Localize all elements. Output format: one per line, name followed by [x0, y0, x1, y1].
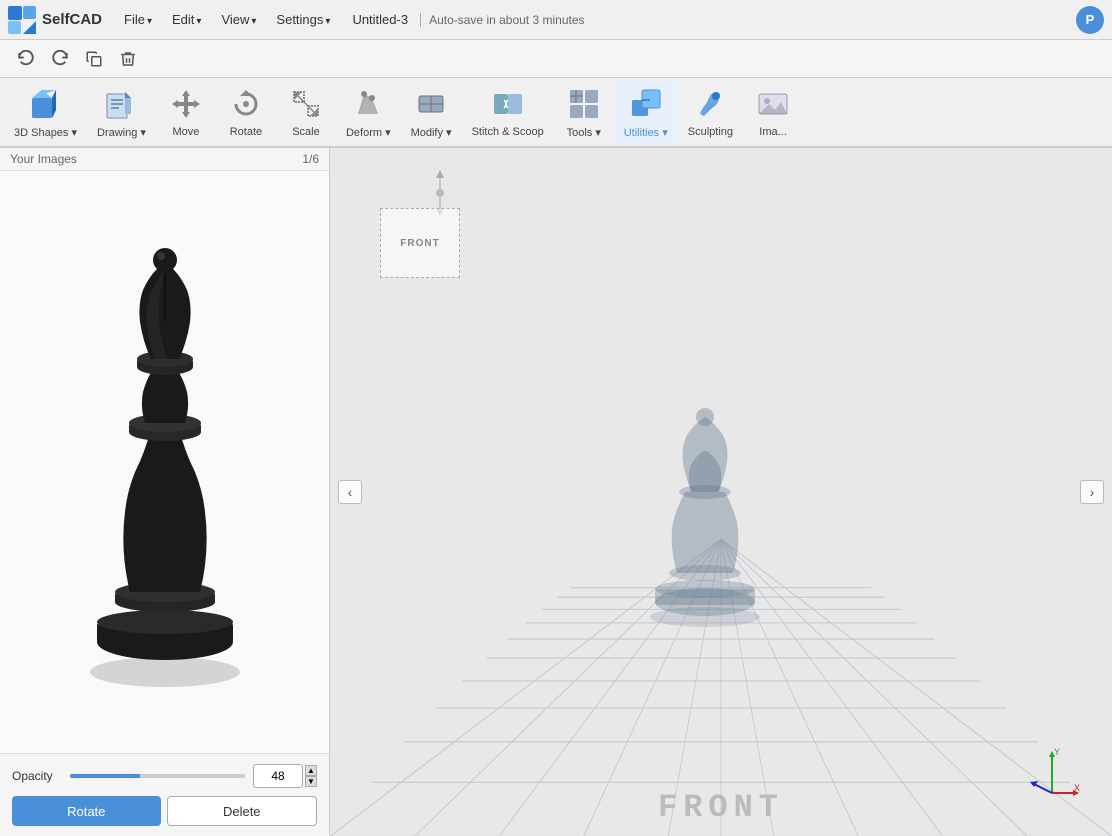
tool-deform[interactable]: Deform ▾ [336, 78, 401, 146]
tool-utilities-label: Utilities ▾ [624, 126, 668, 139]
tool-3dshapes-label: 3D Shapes ▾ [14, 126, 77, 139]
menu-file[interactable]: File [116, 8, 160, 31]
tool-scale[interactable]: Scale [276, 78, 336, 146]
opacity-value: 48 [253, 764, 303, 788]
tool-deform-label: Deform ▾ [346, 126, 391, 139]
image-count: 1/6 [302, 152, 319, 166]
front-view-indicator: FRONT [380, 208, 460, 278]
tool-tools-label: Tools ▾ [567, 126, 601, 139]
tool-modify-label: Modify ▾ [411, 126, 452, 139]
svg-text:X: X [1074, 783, 1080, 793]
tool-stitch-icon [490, 86, 526, 122]
profile-button[interactable]: P [1076, 6, 1104, 34]
tool-tools-icon [566, 86, 602, 122]
menu-view[interactable]: View [213, 8, 264, 31]
tool-rotate-label: Rotate [230, 126, 262, 138]
svg-text:Y: Y [1054, 747, 1060, 757]
document-title: Untitled-3 [352, 12, 408, 27]
tool-move[interactable]: Move [156, 78, 216, 146]
tool-scale-icon [288, 86, 324, 122]
tool-utilities-icon [628, 86, 664, 122]
action-buttons: Rotate Delete [12, 796, 317, 826]
axes-svg: Y X [1022, 743, 1082, 803]
tool-scale-label: Scale [292, 126, 320, 138]
front-view-label: FRONT [400, 238, 439, 249]
tool-drawing-label: Drawing ▾ [97, 126, 146, 139]
chess-piece-image [45, 227, 285, 697]
tool-move-icon [168, 86, 204, 122]
secondary-toolbar [0, 40, 1112, 78]
duplicate-button[interactable] [78, 43, 110, 75]
tool-utilities[interactable]: Utilities ▾ [614, 78, 678, 146]
opacity-spinner[interactable]: ▲ ▼ [305, 765, 317, 787]
delete-image-button[interactable]: Delete [167, 796, 318, 826]
panel-title: Your Images [10, 152, 77, 166]
autosave-status: Auto-save in about 3 minutes [420, 13, 584, 27]
tool-image[interactable]: Ima... [743, 78, 803, 146]
tool-drawing-icon [103, 86, 139, 122]
main-toolbar: 3D Shapes ▾ Drawing ▾ [0, 78, 1112, 148]
opacity-row: Opacity 48 ▲ ▼ [12, 764, 317, 788]
tool-sculpting-icon [692, 86, 728, 122]
rotate-button[interactable]: Rotate [12, 796, 161, 826]
app-name: SelfCAD [42, 11, 102, 28]
menu-edit[interactable]: Edit [164, 8, 209, 31]
tool-sculpting[interactable]: Sculpting [678, 78, 743, 146]
tool-3dshapes[interactable]: 3D Shapes ▾ [4, 78, 87, 146]
left-panel: Your Images 1/6 [0, 148, 330, 836]
menu-bar: SelfCAD File Edit View Settings Untitled… [0, 0, 1112, 40]
opacity-slider[interactable] [70, 774, 245, 778]
tool-deform-icon [350, 86, 386, 122]
image-preview-area [0, 171, 329, 753]
tool-image-label: Ima... [759, 126, 787, 138]
tool-tools[interactable]: Tools ▾ [554, 78, 614, 146]
undo-button[interactable] [10, 43, 42, 75]
opacity-increment[interactable]: ▲ [305, 765, 317, 776]
tool-3dshapes-icon [28, 86, 64, 122]
viewport: FRONT ‹ › .grid-h { stroke: #c0c8d0; str… [330, 148, 1112, 836]
tool-rotate[interactable]: Rotate [216, 78, 276, 146]
redo-button[interactable] [44, 43, 76, 75]
viewport-chess-piece [625, 407, 785, 630]
panel-footer: Opacity 48 ▲ ▼ Rotate Delete [0, 753, 329, 836]
selfcad-logo-icon [8, 6, 36, 34]
front-bottom-label: FRONT [658, 789, 784, 826]
opacity-label: Opacity [12, 769, 62, 783]
menu-settings[interactable]: Settings [268, 8, 338, 31]
chess-bishop-svg [55, 232, 275, 692]
opacity-decrement[interactable]: ▼ [305, 776, 317, 787]
delete-button[interactable] [112, 43, 144, 75]
tool-rotate-icon [228, 86, 264, 122]
tool-stitch[interactable]: Stitch & Scoop [462, 78, 554, 146]
tool-image-icon [755, 86, 791, 122]
axes-widget: Y X [1022, 743, 1082, 806]
tool-stitch-label: Stitch & Scoop [472, 126, 544, 138]
tool-move-label: Move [173, 126, 200, 138]
panel-header: Your Images 1/6 [0, 148, 329, 171]
main-area: Your Images 1/6 [0, 148, 1112, 836]
app-logo: SelfCAD [8, 6, 102, 34]
viewport-piece-svg [625, 407, 785, 627]
tool-drawing[interactable]: Drawing ▾ [87, 78, 156, 146]
tool-sculpting-label: Sculpting [688, 126, 733, 138]
tool-modify-icon [413, 86, 449, 122]
tool-modify[interactable]: Modify ▾ [401, 78, 462, 146]
